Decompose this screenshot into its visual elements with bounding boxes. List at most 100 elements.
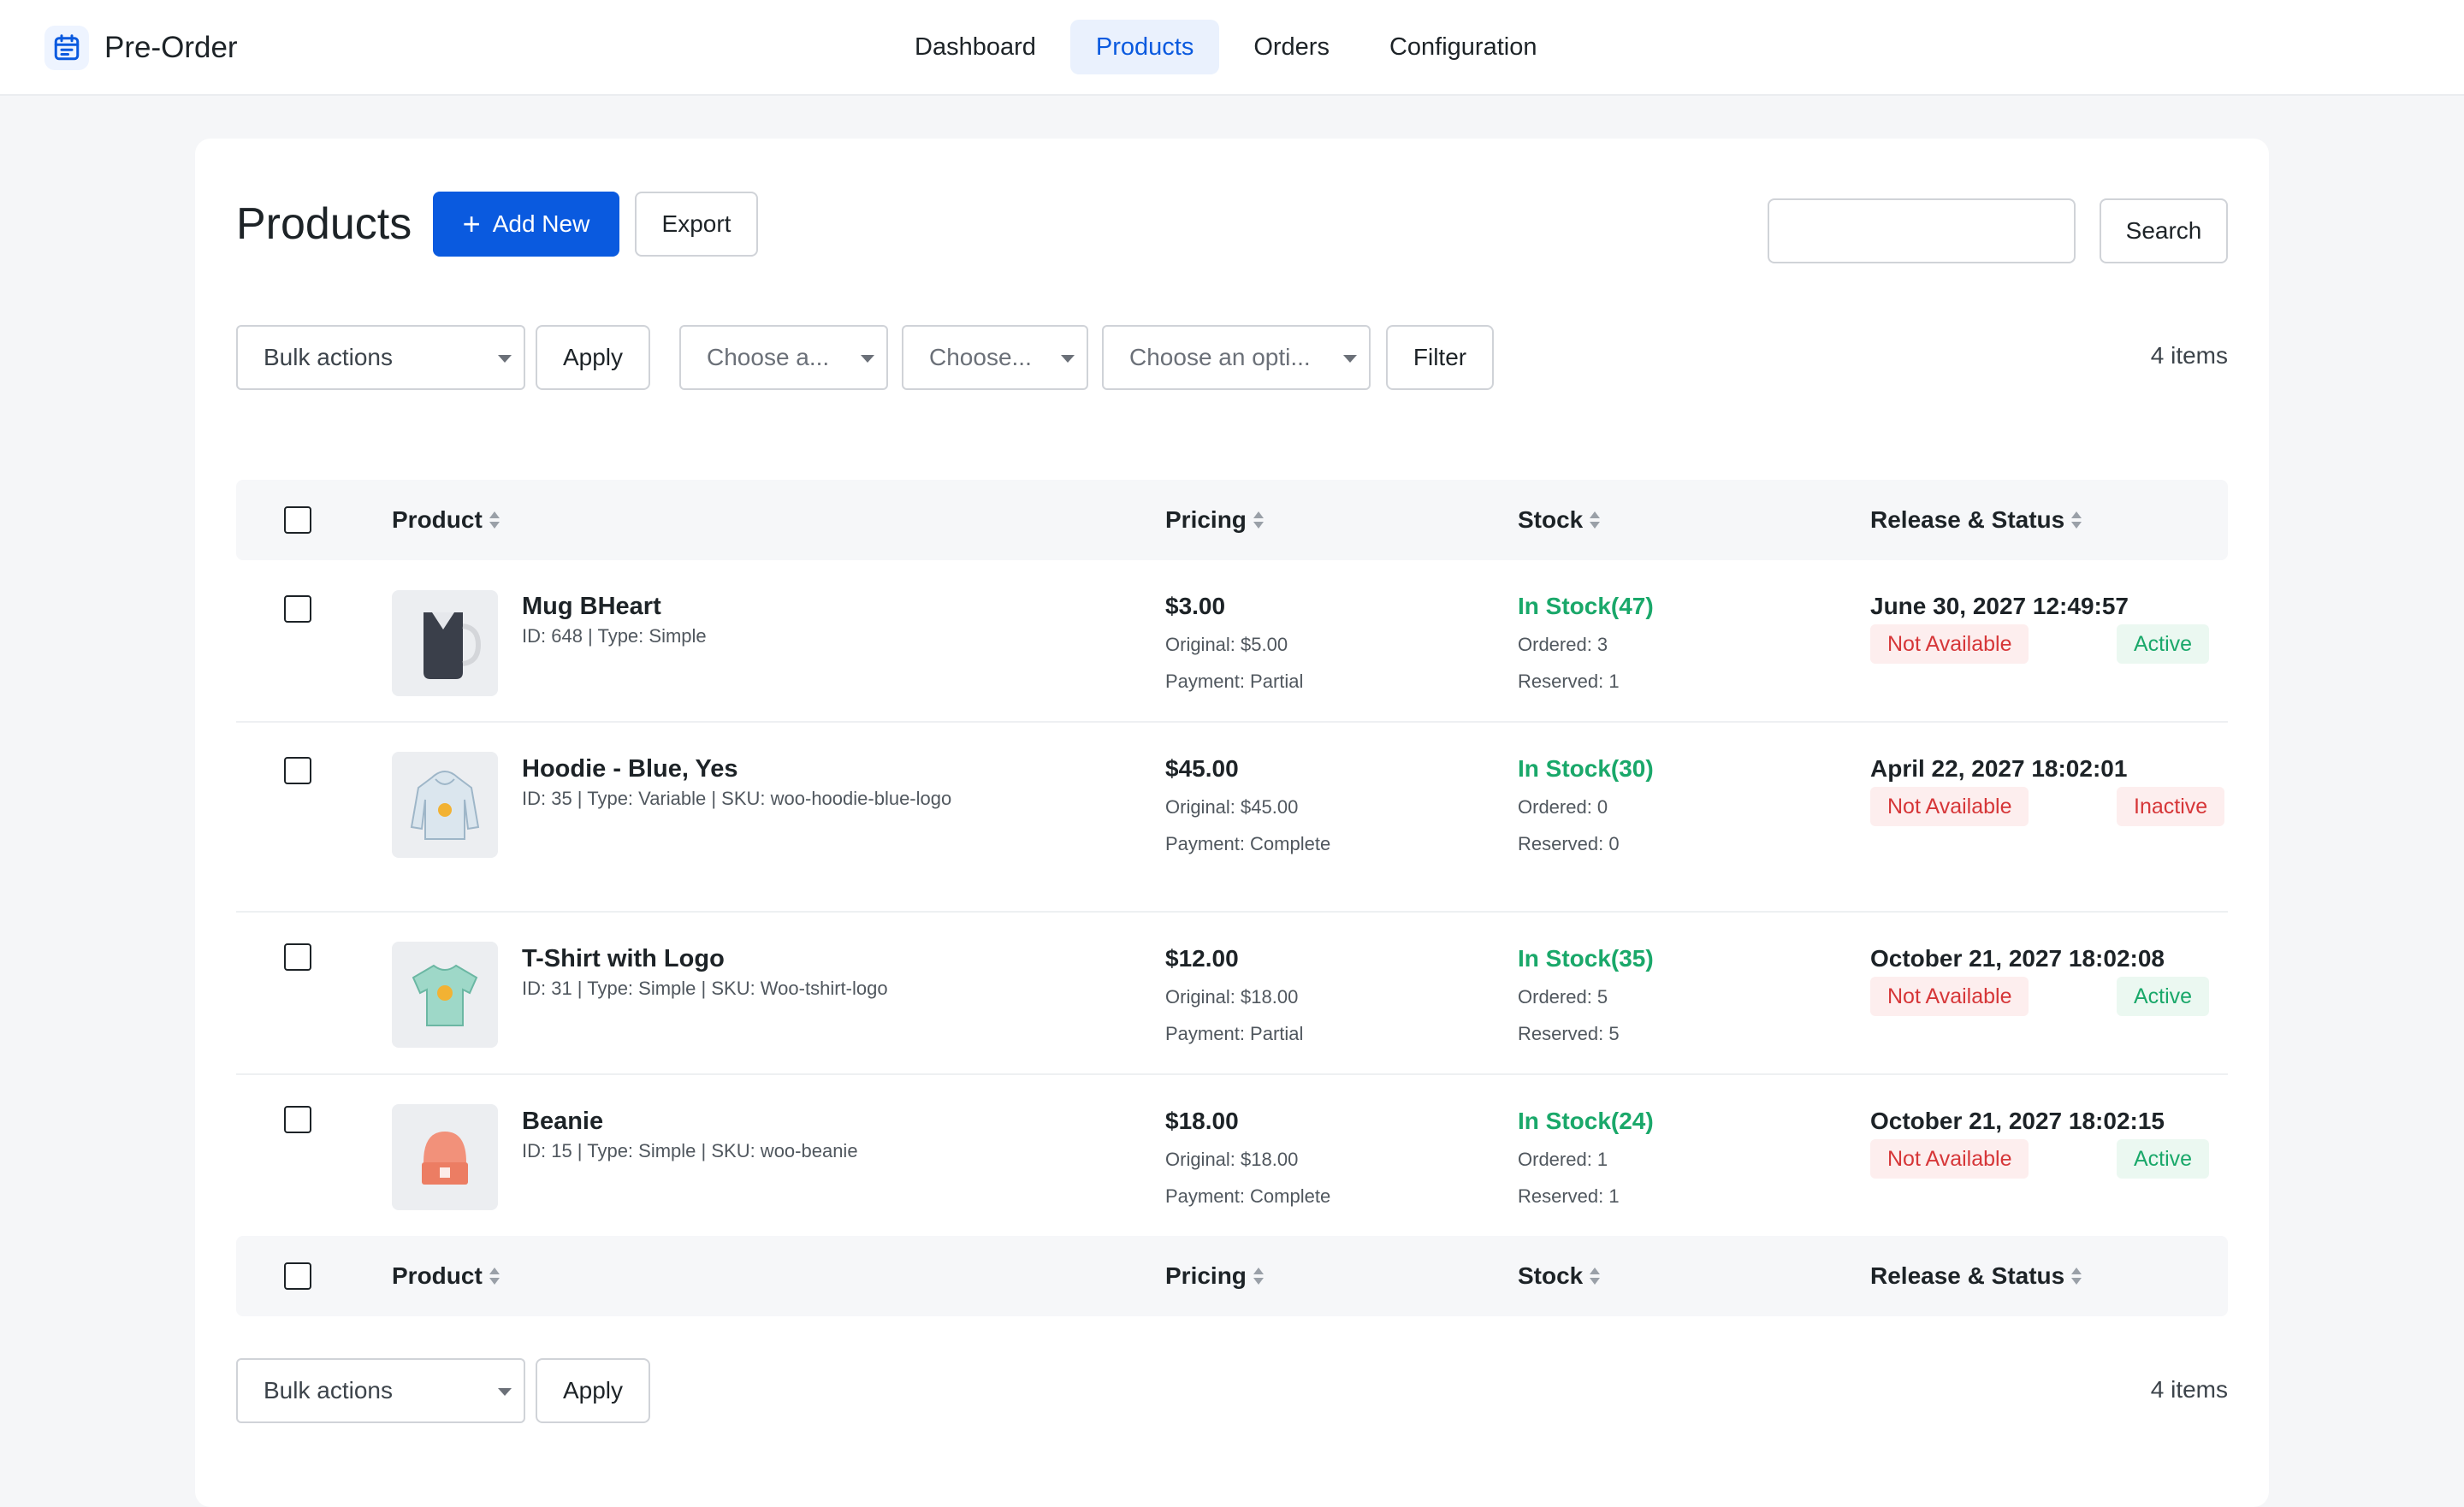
product-meta: ID: 35 | Type: Variable | SKU: woo-hoodi… xyxy=(522,788,952,809)
status-badge: Active xyxy=(2117,1139,2210,1179)
sort-icon xyxy=(1590,1266,1601,1286)
sort-icon xyxy=(489,1266,500,1286)
bulk-actions-value: Bulk actions xyxy=(264,344,393,370)
app-title: Pre-Order xyxy=(104,31,238,64)
product-name[interactable]: Beanie xyxy=(522,1108,603,1136)
row-checkbox[interactable] xyxy=(284,595,311,623)
add-new-label: Add New xyxy=(492,210,590,237)
filter-select-2[interactable]: Choose... xyxy=(902,325,1088,390)
bulk-actions-select-bottom[interactable]: Bulk actions xyxy=(236,1358,525,1423)
original-price: Original: $45.00 xyxy=(1165,796,1299,818)
product-name[interactable]: Hoodie - Blue, Yes xyxy=(522,755,737,783)
product-meta: ID: 31 | Type: Simple | SKU: Woo-tshirt-… xyxy=(522,978,888,999)
column-pricing[interactable]: Pricing xyxy=(1165,1236,1264,1316)
price: $45.00 xyxy=(1165,755,1239,782)
availability-badge: Not Available xyxy=(1870,977,2029,1016)
nav-dashboard[interactable]: Dashboard xyxy=(889,20,1062,74)
sort-icon xyxy=(1253,1266,1264,1286)
reserved-count: Reserved: 1 xyxy=(1518,1185,1620,1207)
products-card: Products + Add New Export Search Bulk ac… xyxy=(195,139,2269,1507)
table-row: Beanie ID: 15 | Type: Simple | SKU: woo-… xyxy=(236,1075,2228,1238)
status-badge: Active xyxy=(2117,977,2210,1016)
availability-badge: Not Available xyxy=(1870,624,2029,664)
column-pricing[interactable]: Pricing xyxy=(1165,480,1264,560)
product-meta: ID: 15 | Type: Simple | SKU: woo-beanie xyxy=(522,1140,858,1161)
chevron-down-icon xyxy=(861,355,874,363)
ordered-count: Ordered: 3 xyxy=(1518,634,1608,655)
stock-status: In Stock(24) xyxy=(1518,1108,1654,1134)
column-product-label: Product xyxy=(392,1262,483,1289)
select-all-checkbox[interactable] xyxy=(284,506,311,534)
filter-select-1[interactable]: Choose a... xyxy=(679,325,888,390)
beanie-icon xyxy=(392,1104,498,1210)
column-product[interactable]: Product xyxy=(392,1236,500,1316)
bulk-actions-select[interactable]: Bulk actions xyxy=(236,325,525,390)
original-price: Original: $5.00 xyxy=(1165,634,1288,655)
nav-configuration[interactable]: Configuration xyxy=(1364,20,1563,74)
release-date: June 30, 2027 12:49:57 xyxy=(1870,593,2129,619)
status-badge: Inactive xyxy=(2117,787,2225,826)
hoodie-icon xyxy=(392,752,498,858)
table-row: T-Shirt with Logo ID: 31 | Type: Simple … xyxy=(236,913,2228,1075)
chevron-down-icon xyxy=(498,355,512,363)
search-input[interactable] xyxy=(1768,198,2076,263)
filter-button[interactable]: Filter xyxy=(1386,325,1494,390)
sort-icon xyxy=(2071,1266,2082,1286)
filter-select-1-value: Choose a... xyxy=(707,344,830,370)
product-meta: ID: 648 | Type: Simple xyxy=(522,625,707,647)
filter-select-3[interactable]: Choose an opti... xyxy=(1102,325,1371,390)
stock-status: In Stock(35) xyxy=(1518,945,1654,972)
select-all-checkbox[interactable] xyxy=(284,1262,311,1290)
column-stock-label: Stock xyxy=(1518,1262,1584,1289)
page-title: Products xyxy=(236,199,412,249)
nav-orders[interactable]: Orders xyxy=(1228,20,1355,74)
column-stock[interactable]: Stock xyxy=(1518,1236,1601,1316)
table-footer: Product Pricing Stock Release & Status xyxy=(236,1236,2228,1316)
row-checkbox[interactable] xyxy=(284,943,311,971)
export-button[interactable]: Export xyxy=(635,192,758,257)
sort-icon xyxy=(1253,510,1264,530)
item-count-bottom: 4 items xyxy=(2150,1376,2228,1403)
column-release-status[interactable]: Release & Status xyxy=(1870,1236,2082,1316)
row-checkbox[interactable] xyxy=(284,1106,311,1133)
payment-type: Payment: Partial xyxy=(1165,1023,1304,1044)
availability-badge: Not Available xyxy=(1870,787,2029,826)
table-row: Hoodie - Blue, Yes ID: 35 | Type: Variab… xyxy=(236,723,2228,913)
price: $12.00 xyxy=(1165,945,1239,972)
column-product-label: Product xyxy=(392,506,483,533)
apply-button-bottom[interactable]: Apply xyxy=(536,1358,650,1423)
row-checkbox[interactable] xyxy=(284,757,311,784)
column-product[interactable]: Product xyxy=(392,480,500,560)
original-price: Original: $18.00 xyxy=(1165,986,1299,1008)
sort-icon xyxy=(2071,510,2082,530)
release-date: October 21, 2027 18:02:08 xyxy=(1870,945,2165,972)
table-row: Mug BHeart ID: 648 | Type: Simple $3.00 … xyxy=(236,560,2228,723)
brand[interactable]: Pre-Order xyxy=(44,26,238,70)
filter-select-2-value: Choose... xyxy=(929,344,1032,370)
item-count: 4 items xyxy=(2150,342,2228,369)
ordered-count: Ordered: 0 xyxy=(1518,796,1608,818)
nav-products[interactable]: Products xyxy=(1069,20,1220,74)
table-header: Product Pricing Stock Release & Status xyxy=(236,480,2228,560)
reserved-count: Reserved: 1 xyxy=(1518,671,1620,692)
add-new-button[interactable]: + Add New xyxy=(433,192,619,257)
availability-badge: Not Available xyxy=(1870,1139,2029,1179)
release-date: April 22, 2027 18:02:01 xyxy=(1870,755,2128,782)
stock-status: In Stock(47) xyxy=(1518,593,1654,619)
payment-type: Payment: Partial xyxy=(1165,671,1304,692)
apply-button[interactable]: Apply xyxy=(536,325,650,390)
plus-icon: + xyxy=(462,206,481,241)
top-nav-bar: Pre-Order Dashboard Products Orders Conf… xyxy=(0,0,2464,96)
column-release-status[interactable]: Release & Status xyxy=(1870,480,2082,560)
product-name[interactable]: T-Shirt with Logo xyxy=(522,945,725,973)
sort-icon xyxy=(1590,510,1601,530)
main-nav: Dashboard Products Orders Configuration xyxy=(889,20,1571,74)
product-name[interactable]: Mug BHeart xyxy=(522,593,661,621)
column-stock[interactable]: Stock xyxy=(1518,480,1601,560)
filter-select-3-value: Choose an opti... xyxy=(1129,344,1311,370)
calendar-icon xyxy=(44,26,89,70)
column-pricing-label: Pricing xyxy=(1165,1262,1247,1289)
chevron-down-icon xyxy=(1061,355,1075,363)
search-button[interactable]: Search xyxy=(2100,198,2228,263)
column-pricing-label: Pricing xyxy=(1165,506,1247,533)
